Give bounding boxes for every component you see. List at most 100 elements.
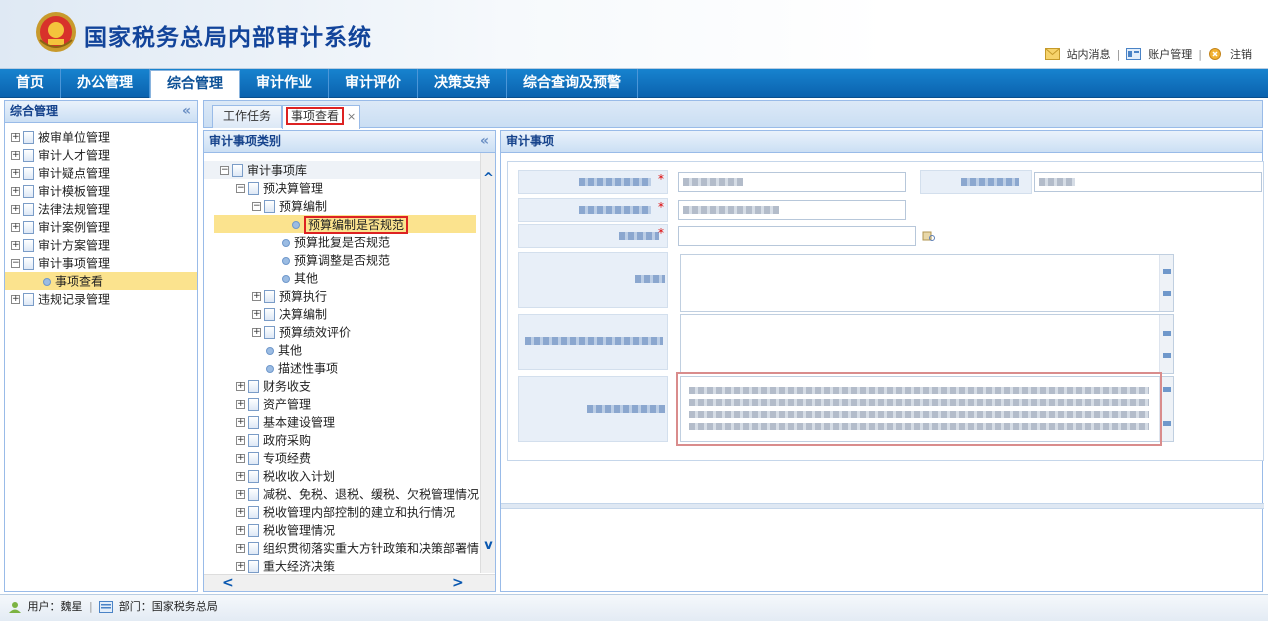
scroll-down-icon[interactable]: v — [481, 538, 495, 553]
sidebar-item-cases[interactable]: + 审计案例管理 — [5, 218, 197, 236]
sidebar-item-doubts[interactable]: + 审计疑点管理 — [5, 164, 197, 182]
expand-icon[interactable]: + — [236, 526, 245, 535]
collapse-node-icon[interactable]: − — [236, 184, 245, 193]
expand-icon[interactable]: + — [11, 223, 20, 232]
nav-decision[interactable]: 决策支持 — [418, 69, 507, 98]
scroll-left-icon[interactable]: < — [222, 575, 234, 591]
collapse-node-icon[interactable]: − — [220, 166, 229, 175]
tree-node[interactable]: + 重大经济决策 — [204, 557, 482, 573]
collapse-icon[interactable]: « — [182, 101, 191, 122]
category-panel-header: 审计事项类别 « — [204, 131, 495, 153]
tree-node[interactable]: + 税收管理情况 — [204, 521, 482, 539]
sidebar-item-matters[interactable]: − 审计事项管理 — [5, 254, 197, 272]
expand-icon[interactable]: + — [236, 472, 245, 481]
text-field[interactable] — [1034, 172, 1262, 192]
sidebar-item-laws[interactable]: + 法律法规管理 — [5, 200, 197, 218]
tree-node[interactable]: 其他 — [204, 341, 482, 359]
tree-node[interactable]: + 财务收支 — [204, 377, 482, 395]
expand-icon[interactable]: + — [252, 328, 261, 337]
tree-node[interactable]: 描述性事项 — [204, 359, 482, 377]
nav-audit-work[interactable]: 审计作业 — [240, 69, 329, 98]
sidebar-item-view-matters[interactable]: 事项查看 — [5, 272, 197, 290]
sidebar-item-templates[interactable]: + 审计模板管理 — [5, 182, 197, 200]
select-field[interactable] — [678, 226, 916, 246]
expand-icon[interactable]: + — [236, 490, 245, 499]
tree-node[interactable]: + 基本建设管理 — [204, 413, 482, 431]
expand-icon[interactable]: + — [236, 400, 245, 409]
text-field[interactable] — [678, 200, 906, 220]
separator: | — [89, 600, 93, 613]
nav-home[interactable]: 首页 — [0, 69, 61, 98]
vertical-scrollbar[interactable]: ^ v — [480, 153, 495, 573]
document-icon — [264, 308, 275, 321]
textarea-scrollbar[interactable] — [1159, 315, 1173, 373]
lookup-icon[interactable] — [922, 230, 936, 242]
sidebar-item-violations[interactable]: + 违规记录管理 — [5, 290, 197, 308]
separator: | — [1198, 47, 1202, 61]
scroll-right-icon[interactable]: > — [452, 575, 464, 591]
tree-node[interactable]: 预算调整是否规范 — [204, 251, 482, 269]
tab-work-tasks[interactable]: 工作任务 — [212, 105, 283, 128]
expand-icon[interactable]: + — [236, 436, 245, 445]
sidebar-item-plans[interactable]: + 审计方案管理 — [5, 236, 197, 254]
document-icon — [23, 239, 34, 252]
tab-view-matters[interactable]: 事项查看 × — [282, 105, 361, 129]
collapse-node-icon[interactable]: − — [11, 259, 20, 268]
expand-icon[interactable]: + — [252, 310, 261, 319]
collapse-node-icon[interactable]: − — [252, 202, 261, 211]
collapse-icon[interactable]: « — [480, 131, 489, 152]
tree-node[interactable]: + 税收管理内部控制的建立和执行情况 — [204, 503, 482, 521]
main-nav: 首页 办公管理 综合管理 审计作业 审计评价 决策支持 综合查询及预警 — [0, 69, 1268, 98]
messages-link[interactable]: 站内消息 — [1067, 46, 1111, 62]
tree-node[interactable]: + 组织贯彻落实重大方针政策和决策部署情 — [204, 539, 482, 557]
expand-icon[interactable]: + — [11, 205, 20, 214]
expand-icon[interactable]: + — [11, 241, 20, 250]
expand-icon[interactable]: + — [236, 454, 245, 463]
scroll-up-icon[interactable]: ^ — [481, 171, 495, 186]
tree-node-selected[interactable]: 预算编制是否规范 — [214, 215, 476, 234]
sidebar-item-audited-units[interactable]: + 被审单位管理 — [5, 128, 197, 146]
horizontal-scrollbar[interactable]: < > — [204, 574, 495, 591]
expand-icon[interactable]: + — [11, 169, 20, 178]
tree-node[interactable]: + 预算执行 — [204, 287, 482, 305]
textarea-field[interactable] — [680, 314, 1174, 374]
expand-icon[interactable]: + — [236, 382, 245, 391]
textarea-field[interactable] — [680, 254, 1174, 312]
expand-icon[interactable]: + — [252, 292, 261, 301]
text-field[interactable] — [678, 172, 906, 192]
tree-node[interactable]: + 政府采购 — [204, 431, 482, 449]
field-label — [518, 224, 668, 248]
sidebar-item-talent[interactable]: + 审计人才管理 — [5, 146, 197, 164]
close-icon[interactable]: × — [347, 110, 356, 123]
nav-query-alert[interactable]: 综合查询及预警 — [507, 69, 638, 98]
nav-office[interactable]: 办公管理 — [61, 69, 150, 98]
detail-panel-title: 审计事项 — [506, 134, 555, 148]
expand-icon[interactable]: + — [236, 544, 245, 553]
splitter[interactable] — [501, 503, 1264, 509]
tree-node[interactable]: + 决算编制 — [204, 305, 482, 323]
tree-node[interactable]: + 资产管理 — [204, 395, 482, 413]
account-link[interactable]: 账户管理 — [1148, 46, 1192, 62]
tree-node-root[interactable]: − 审计事项库 — [204, 161, 482, 179]
tree-node[interactable]: − 预决算管理 — [204, 179, 482, 197]
nav-audit-eval[interactable]: 审计评价 — [329, 69, 418, 98]
textarea-scrollbar[interactable] — [1159, 255, 1173, 311]
tree-node[interactable]: + 减税、免税、退税、缓税、欠税管理情况 — [204, 485, 482, 503]
expand-icon[interactable]: + — [236, 418, 245, 427]
tree-node[interactable]: 预算批复是否规范 — [204, 233, 482, 251]
tree-node[interactable]: 其他 — [204, 269, 482, 287]
top-links: 站内消息 | 账户管理 | 注销 — [1044, 46, 1252, 62]
nav-comprehensive[interactable]: 综合管理 — [150, 70, 240, 98]
logout-link[interactable]: 注销 — [1230, 46, 1252, 62]
expand-icon[interactable]: + — [11, 187, 20, 196]
expand-icon[interactable]: + — [11, 295, 20, 304]
expand-icon[interactable]: + — [11, 151, 20, 160]
expand-icon[interactable]: + — [11, 133, 20, 142]
tree-node[interactable]: + 预算绩效评价 — [204, 323, 482, 341]
tree-node[interactable]: + 税收收入计划 — [204, 467, 482, 485]
status-bar: 用户：魏星 | 部门：国家税务总局 — [0, 594, 1268, 621]
tree-node[interactable]: − 预算编制 — [204, 197, 482, 215]
expand-icon[interactable]: + — [236, 562, 245, 571]
expand-icon[interactable]: + — [236, 508, 245, 517]
tree-node[interactable]: + 专项经费 — [204, 449, 482, 467]
